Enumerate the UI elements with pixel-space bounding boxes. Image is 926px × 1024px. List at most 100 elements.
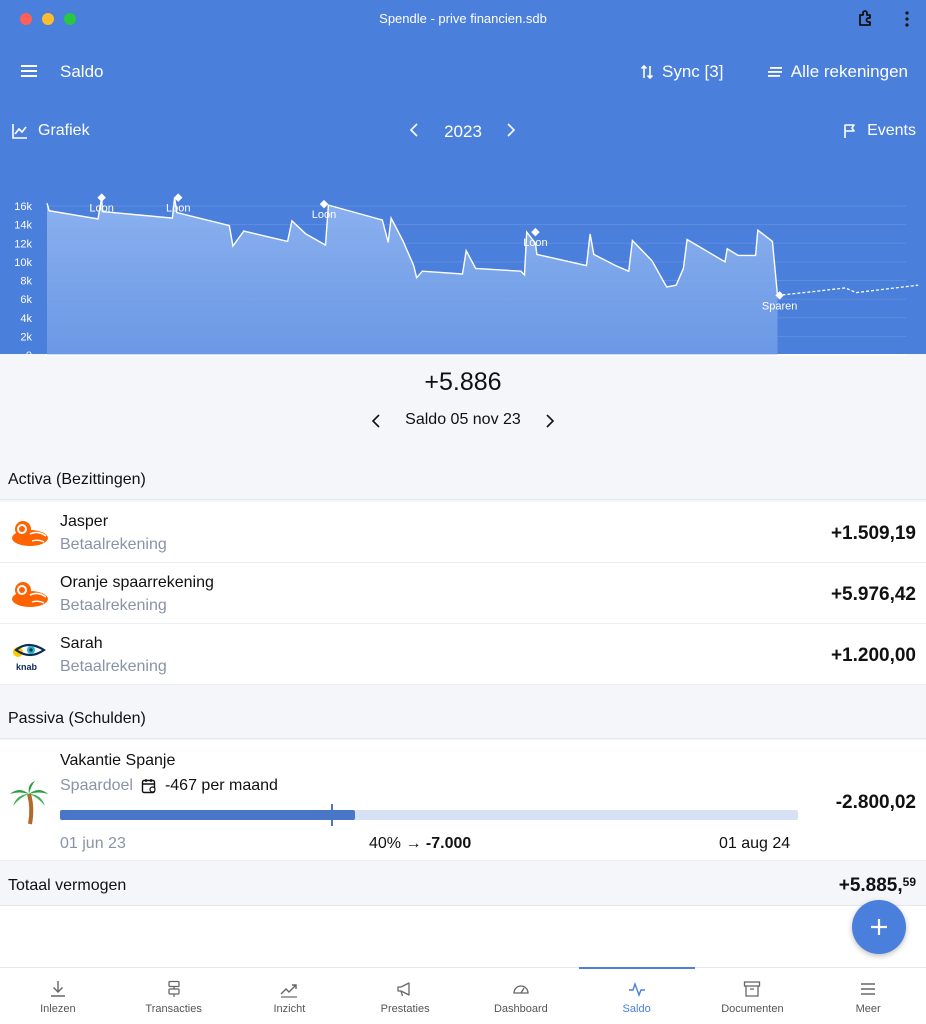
account-type: Betaalrekening: [60, 536, 167, 553]
more-options-icon[interactable]: [902, 9, 912, 29]
tab-label: Transacties: [145, 1003, 202, 1015]
goal-subtitle: Spaardoel -467 per maand: [60, 777, 278, 795]
tab-inlezen[interactable]: Inlezen: [0, 968, 116, 1024]
y-tick-label: 4k: [20, 313, 32, 325]
tab-label: Inlezen: [40, 1003, 76, 1015]
account-filter-button[interactable]: Alle rekeningen: [767, 62, 908, 82]
goal-target: -7.000: [425, 835, 472, 852]
net-worth-main: +5.885,: [838, 875, 903, 896]
event-label: Loon: [166, 203, 190, 215]
tab-dashboard[interactable]: Dashboard: [463, 968, 579, 1024]
account-row-jasper[interactable]: Jasper Betaalrekening +1.509,19: [0, 502, 926, 563]
balance-date-label: Saldo 05 nov 23: [405, 411, 521, 428]
transactions-icon: [167, 980, 180, 997]
hamburger-menu-icon[interactable]: [20, 63, 38, 79]
plus-icon: [871, 919, 887, 935]
goal-progress-bar: [60, 804, 798, 826]
event-label: Sparen: [762, 300, 797, 312]
tab-documenten[interactable]: Documenten: [695, 968, 811, 1024]
add-button[interactable]: [852, 900, 906, 954]
title-bar: Spendle - prive financien.sdb: [0, 0, 926, 38]
y-tick-label: 6k: [20, 294, 32, 306]
y-tick-label: 0: [26, 350, 32, 356]
tab-meer[interactable]: Meer: [810, 968, 926, 1024]
tab-label: Meer: [855, 1003, 881, 1015]
goal-progress-summary: 40% → -7.000: [369, 835, 471, 853]
net-worth-label: Totaal vermogen: [8, 877, 127, 894]
bottom-tab-bar: Inlezen Transacties Inzicht Prestaties D…: [0, 967, 926, 1024]
year-label: 2023: [444, 122, 482, 141]
palm-tree-icon: [10, 781, 48, 825]
tab-saldo[interactable]: Saldo: [578, 967, 695, 1024]
event-label: Loon: [523, 237, 547, 249]
events-label: Events: [867, 122, 916, 139]
tab-label: Dashboard: [493, 1003, 548, 1015]
account-row-oranje-spaarrekening[interactable]: Oranje spaarrekening Betaalrekening +5.9…: [0, 563, 926, 624]
flag-icon: [844, 124, 855, 138]
y-tick-label: 14k: [14, 220, 32, 232]
event-marker: [97, 193, 106, 202]
goal-progress-text: 40% →: [369, 835, 422, 852]
trend-icon: [280, 984, 298, 998]
download-icon: [50, 981, 65, 997]
account-name: Jasper: [60, 513, 109, 530]
account-name: Oranje spaarrekening: [60, 574, 214, 591]
goal-progress-fill: [60, 810, 356, 820]
empty-area: [0, 906, 926, 968]
net-worth-cents: 59: [902, 875, 916, 889]
forecast-line: [777, 284, 919, 297]
net-worth-row: Totaal vermogen +5.885,59: [0, 864, 926, 906]
tab-label: Documenten: [721, 1003, 784, 1015]
goal-type: Spaardoel: [60, 777, 133, 794]
gauge-icon: [513, 985, 529, 994]
goal-start-date: 01 jun 23: [60, 835, 126, 852]
y-tick-label: 2k: [20, 331, 32, 343]
page-title: Saldo: [60, 62, 104, 81]
account-type: Betaalrekening: [60, 658, 167, 675]
window-title: Spendle - prive financien.sdb: [379, 11, 547, 26]
goal-name: Vakantie Spanje: [60, 752, 176, 769]
balance-header: Saldo Sync [3] Alle rekeningen Grafiek 2…: [0, 38, 926, 356]
account-row-sarah[interactable]: knab Sarah Betaalrekening +1.200,00: [0, 624, 926, 685]
savings-goal-row[interactable]: Vakantie Spanje Spaardoel -467 per maand…: [0, 740, 926, 861]
balance-value: +5.886: [424, 368, 502, 396]
assets-section-header: Activa (Bezittingen): [0, 460, 926, 500]
event-marker: [319, 199, 329, 209]
y-tick-label: 8k: [20, 276, 32, 288]
knab-logo: knab: [13, 643, 46, 672]
previous-date-icon[interactable]: [368, 411, 384, 431]
goal-time-marker: [331, 804, 333, 826]
sync-button[interactable]: Sync [3]: [640, 62, 723, 82]
list-icon: [767, 67, 782, 77]
next-year-icon[interactable]: [503, 120, 519, 140]
pulse-icon: [628, 981, 645, 997]
megaphone-icon: [397, 982, 410, 997]
tab-label: Inzicht: [273, 1003, 306, 1015]
account-name: Sarah: [60, 635, 103, 652]
tab-label: Saldo: [622, 1003, 651, 1015]
calendar-repeat-icon: [141, 779, 156, 794]
tab-prestaties[interactable]: Prestaties: [347, 968, 463, 1024]
goal-monthly-amount: -467 per maand: [164, 777, 278, 794]
goal-amount: -2.800,02: [835, 792, 916, 813]
event-label: Loon: [89, 203, 113, 215]
balance-chart[interactable]: 16k14k12k10k8k6k4k2k0Jan 23Feb 23Mar 23A…: [0, 146, 926, 356]
previous-year-icon[interactable]: [406, 120, 422, 140]
events-button[interactable]: Events: [843, 122, 916, 140]
balance-date-navigator: Saldo 05 nov 23: [0, 410, 926, 432]
tab-transacties[interactable]: Transacties: [116, 968, 232, 1024]
y-tick-label: 12k: [14, 238, 32, 250]
y-tick-label: 10k: [14, 257, 32, 269]
tab-inzicht[interactable]: Inzicht: [232, 968, 348, 1024]
event-marker: [531, 227, 540, 237]
goal-end-date: 01 aug 24: [719, 835, 791, 852]
extension-icon[interactable]: [856, 9, 876, 29]
knab-logo-text: knab: [16, 662, 38, 672]
chart-type-label: Grafiek: [38, 122, 90, 139]
account-amount: +1.200,00: [830, 645, 916, 666]
next-date-icon[interactable]: [542, 411, 558, 431]
account-type: Betaalrekening: [60, 597, 167, 614]
sync-label: Sync [3]: [662, 62, 724, 81]
account-amount: +1.509,19: [830, 523, 916, 544]
chart-type-button[interactable]: Grafiek: [12, 122, 90, 140]
